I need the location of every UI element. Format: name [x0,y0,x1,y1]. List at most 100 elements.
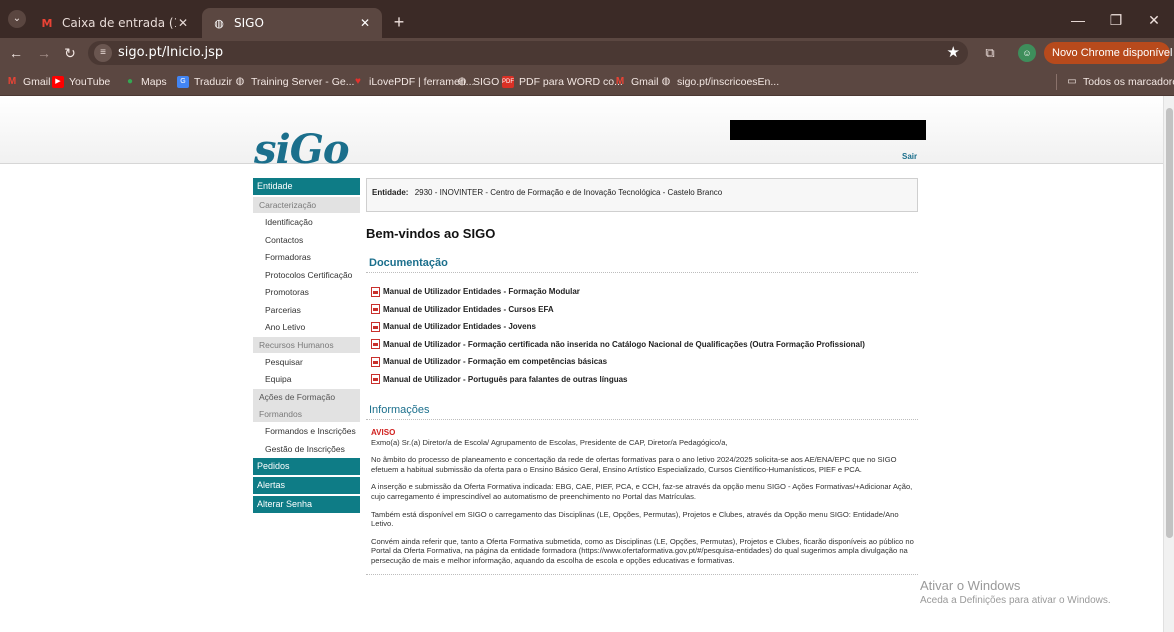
all-bookmarks-label: Todos os marcadores [1083,76,1174,88]
sidebar-item-parcerias[interactable]: Parcerias [253,302,360,320]
sidebar-item-protocolos-certificacao[interactable]: Protocolos Certificação [253,267,360,285]
doc-link-jovens[interactable]: Manual de Utilizador Entidades - Jovens [371,318,918,336]
sidebar-item-alertas[interactable]: Alertas [253,477,360,494]
main-content: Entidade: 2930 - INOVINTER - Centro de F… [366,178,918,575]
documentation-heading: Documentação [366,257,918,273]
pdf-icon [371,339,380,350]
notice-paragraph: No âmbito do processo de planeamento e c… [371,455,897,474]
bookmark-star-icon[interactable]: ★ [947,43,960,61]
pdf-icon [371,286,380,297]
reload-icon[interactable]: ↻ [60,43,80,63]
gmail-icon: M [41,16,53,30]
folder-icon: ▭ [1067,76,1077,87]
doc-link-label: Manual de Utilizador - Português para fa… [383,374,628,384]
sidebar-item-gestao-inscricoes[interactable]: Gestão de Inscrições [253,441,360,459]
gmail-icon: M [7,76,17,87]
page-title: Bem-vindos ao SIGO [366,226,496,241]
doc-link-portugues-outras-linguas[interactable]: Manual de Utilizador - Português para fa… [371,371,918,389]
entity-label: Entidade: [372,188,409,197]
address-bar[interactable]: ≡ sigo.pt/Inicio.jsp ★ [88,41,968,65]
redacted-user-info [730,120,926,140]
translate-icon: G [177,76,189,88]
update-chrome-button[interactable]: Novo Chrome disponível ⋮ [1044,42,1173,64]
sidebar-item-alterar-senha[interactable]: Alterar Senha [253,496,360,513]
bookmark-traduzir[interactable]: G Traduzir [177,74,232,90]
bookmark-sigo[interactable]: ◍ SIGO [456,74,500,90]
bookmarks-bar: M Gmail ▶ YouTube ● Maps G Traduzir ◍ Trainin… [0,68,1174,96]
tab-sigo[interactable]: ◍ SIGO ✕ [202,8,382,38]
close-tab-icon[interactable]: ✕ [358,16,372,30]
sidebar-menu: Entidade Caracterização Identificação Co… [253,178,360,515]
back-icon[interactable]: ← [6,43,26,63]
profile-avatar-icon[interactable]: ☺ [1018,44,1036,62]
site-header: siGo Sair [0,96,1163,173]
sidebar-item-ano-letivo[interactable]: Ano Letivo [253,319,360,337]
update-label: Novo Chrome disponível [1052,47,1173,59]
sidebar-section-caracterizacao: Caracterização [253,197,360,213]
bookmark-label: YouTube [69,76,111,88]
site-info-icon[interactable]: ≡ [94,44,112,62]
bookmarks-divider [1056,74,1057,90]
bookmark-pdf-para-word[interactable]: PDF PDF para WORD co... [502,74,623,90]
page-scrollbar[interactable] [1163,96,1174,632]
doc-link-label: Manual de Utilizador - Formação em compe… [383,357,608,367]
youtube-icon: ▶ [52,76,64,88]
close-tab-icon[interactable]: ✕ [176,16,190,30]
doc-link-label: Manual de Utilizador - Formação certific… [383,339,865,349]
tab-search-chevron-icon[interactable]: ⌄ [8,10,26,28]
info-heading: Informações [366,404,918,420]
tab-gmail[interactable]: M Caixa de entrada (1) - delegaca ✕ [30,8,200,38]
doc-link-competencias-basicas[interactable]: Manual de Utilizador - Formação em compe… [371,353,918,371]
sidebar-item-pesquisar[interactable]: Pesquisar [253,354,360,372]
sidebar-item-entidade[interactable]: Entidade [253,178,360,195]
notice-paragraph: Convém ainda referir que, tanto a Oferta… [371,536,914,565]
pdf-icon [371,356,380,367]
bookmark-sigo-inscricoes[interactable]: ◍ sigo.pt/inscricoesEn... [660,74,780,90]
notice-title: AVISO [371,428,396,437]
new-tab-icon[interactable]: + [388,12,410,34]
bookmark-label: Gmail [23,76,51,88]
sidebar-item-formadoras[interactable]: Formadoras [253,249,360,267]
bookmark-label: Gmail [631,76,659,88]
restore-icon[interactable]: ❐ [1098,8,1134,32]
bookmark-training-server[interactable]: ◍ Training Server - Ge... [234,74,355,90]
notice-paragraph: Exmo(a) Sr.(a) Diretor/a de Escola/ Agru… [371,437,728,447]
web-page: siGo Sair Entidade Caracterização Identi… [0,96,1163,632]
all-bookmarks-button[interactable]: ▭ Todos os marcadores [1066,74,1174,90]
gmail-icon: M [615,76,625,87]
entity-value: 2930 - INOVINTER - Centro de Formação e … [414,188,723,197]
info-notice: AVISO Exmo(a) Sr.(a) Diretor/a de Escola… [366,428,918,566]
doc-link-label: Manual de Utilizador Entidades - Cursos … [383,304,554,314]
sidebar-item-contactos[interactable]: Contactos [253,232,360,250]
forward-icon[interactable]: → [34,43,54,63]
watermark-title: Ativar o Windows [920,578,1021,593]
close-window-icon[interactable]: ✕ [1136,8,1172,32]
bookmark-gmail-2[interactable]: M Gmail [614,74,659,90]
bookmark-label: Traduzir [194,76,233,88]
logout-link[interactable]: Sair [902,152,917,161]
notice-paragraph: A inserção e submissão da Oferta Formati… [371,482,913,501]
doc-link-cursos-efa[interactable]: Manual de Utilizador Entidades - Cursos … [371,301,918,319]
bookmark-youtube[interactable]: ▶ YouTube [52,74,110,90]
scrollbar-thumb[interactable] [1166,108,1173,538]
bookmark-label: Maps [141,76,167,88]
sidebar-item-acoes-formacao[interactable]: Ações de Formação [253,388,360,406]
bookmark-label: SIGO [473,76,500,88]
sidebar-item-equipa[interactable]: Equipa [253,371,360,389]
minimize-icon[interactable]: — [1060,8,1096,32]
doc-link-formacao-modular[interactable]: Manual de Utilizador Entidades - Formaçã… [371,283,918,301]
entity-box: Entidade: 2930 - INOVINTER - Centro de F… [366,178,918,212]
extensions-icon[interactable]: ⧉ [980,43,1000,63]
globe-icon: ◍ [457,76,467,87]
sidebar-item-pedidos[interactable]: Pedidos [253,458,360,475]
watermark-subtitle: Aceda a Definições para ativar o Windows… [920,595,1111,606]
sigo-logo[interactable]: siGo [254,126,350,173]
url-text[interactable]: sigo.pt/Inicio.jsp [118,45,223,60]
tab-title: Caixa de entrada (1) - delegaca [62,16,176,30]
bookmark-gmail[interactable]: M Gmail [6,74,51,90]
sidebar-item-formandos-inscricoes[interactable]: Formandos e Inscrições [253,423,360,441]
doc-link-outra-formacao[interactable]: Manual de Utilizador - Formação certific… [371,336,918,354]
sidebar-item-identificacao[interactable]: Identificação [253,214,360,232]
sidebar-item-promotoras[interactable]: Promotoras [253,284,360,302]
bookmark-maps[interactable]: ● Maps [124,74,167,90]
